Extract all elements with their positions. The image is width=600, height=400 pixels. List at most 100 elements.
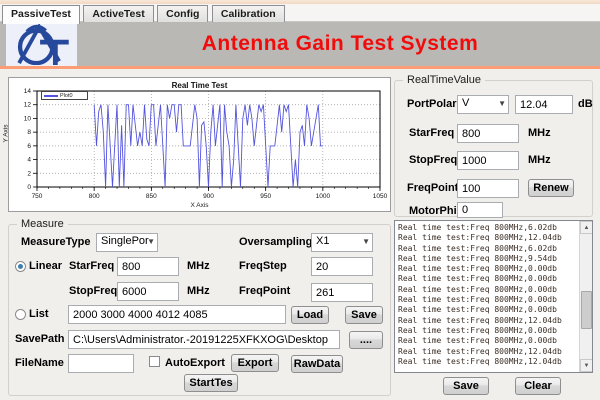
log-save-button[interactable]: Save [443,377,489,395]
tab-activetest[interactable]: ActiveTest [83,5,153,23]
log-line: Real time test:Freq 800MHz,0.00db [398,285,578,295]
log-scrollbar[interactable]: ▲ ▼ [579,221,592,372]
svg-text:950: 950 [260,193,271,200]
log-line: Real time test:Freq 800MHz,0.00db [398,274,578,284]
rt-starfreq-unit: MHz [528,127,551,139]
log-line: Real time test:Freq 800MHz,12.04db [398,357,578,367]
m-freqpoint-label: FreqPoint [239,285,290,297]
agt-logo-icon [13,23,71,65]
realtime-log-list[interactable]: Real time test:Freq 800MHz,6.02dbReal ti… [394,220,593,373]
linear-label: Linear [29,260,62,272]
m-starfreq-label: StarFreq [69,260,114,272]
svg-text:12: 12 [24,102,32,109]
m-starfreq-field[interactable] [117,257,179,276]
svg-text:8: 8 [27,129,31,136]
m-starfreq-unit: MHz [187,260,210,272]
filename-field[interactable] [68,354,134,373]
rt-freqpoint-label: FreqPoint [407,182,458,194]
renew-button[interactable]: Renew [528,179,574,197]
rt-starfreq-field[interactable] [457,124,519,143]
browse-button[interactable]: .... [349,331,383,349]
rt-freqpoint-field[interactable] [457,179,519,198]
svg-text:0: 0 [27,184,31,191]
rt-stopfreq-unit: MHz [528,154,551,166]
filename-label: FileName [15,357,64,369]
motorphi-label: MotorPhi [409,205,457,217]
log-line: Real time test:Freq 800MHz,12.04db [398,347,578,357]
svg-text:2: 2 [27,170,31,177]
linear-radio[interactable] [15,261,26,272]
chart-x-axis-label: X Axis [9,202,390,209]
chevron-down-icon: ▼ [147,237,155,246]
m-stopfreq-unit: MHz [187,285,210,297]
list-field[interactable] [68,305,286,324]
log-line: Real time test:Freq 800MHz,6.02db [398,223,578,233]
chart-legend: Plot0 [41,91,88,100]
log-line: Real time test:Freq 800MHz,0.00db [398,336,578,346]
rawdata-button[interactable]: RawData [291,355,343,373]
log-line: Real time test:Freq 800MHz,0.00db [398,295,578,305]
svg-text:1000: 1000 [316,193,331,200]
list-label: List [29,308,49,320]
app-logo [6,22,77,66]
log-line: Real time test:Freq 800MHz,9.54db [398,254,578,264]
savepath-field[interactable] [68,330,340,349]
measuretype-value: SinglePor [101,235,149,247]
rt-stopfreq-label: StopFreq [409,154,457,166]
motorphi-field[interactable] [457,202,503,218]
legend-label: Plot0 [60,93,73,99]
rt-stopfreq-field[interactable] [457,151,519,170]
svg-text:800: 800 [89,193,100,200]
list-save-button[interactable]: Save [345,306,383,324]
log-clear-button[interactable]: Clear [515,377,561,395]
oversampling-select[interactable]: X1 ▼ [311,233,373,252]
tab-config[interactable]: Config [157,5,208,23]
list-radio[interactable] [15,309,26,320]
log-line: Real time test:Freq 800MHz,0.00db [398,326,578,336]
portpolar-label: PortPolar [407,98,457,110]
autoexport-label: AutoExport [165,357,225,369]
freqstep-field[interactable] [311,257,373,276]
measuretype-select[interactable]: SinglePor ▼ [96,233,158,252]
oversampling-label: Oversampling [239,236,312,248]
tab-calibration[interactable]: Calibration [212,5,285,23]
m-stopfreq-field[interactable] [117,282,179,301]
log-line: Real time test:Freq 800MHz,12.04db [398,316,578,326]
m-freqpoint-field[interactable] [311,283,373,302]
svg-text:850: 850 [146,193,157,200]
portpolar-value: V [462,97,469,109]
tab-passivetest[interactable]: PassiveTest [2,5,80,24]
scroll-up-icon[interactable]: ▲ [580,221,593,234]
starttest-button[interactable]: StartTes [184,374,238,392]
svg-text:6: 6 [27,143,31,150]
svg-text:10: 10 [24,115,32,122]
m-stopfreq-label: StopFreq [69,285,117,297]
rt-starfreq-label: StarFreq [409,127,454,139]
log-line: Real time test:Freq 800MHz,0.00db [398,264,578,274]
measuretype-label: MeasureType [21,236,91,248]
autoexport-checkbox[interactable] [149,356,160,367]
load-button[interactable]: Load [291,306,329,324]
chevron-down-icon: ▼ [498,99,506,108]
gain-value-field[interactable] [515,95,573,114]
svg-text:750: 750 [32,193,43,200]
log-line: Real time test:Freq 800MHz,6.02db [398,244,578,254]
gain-unit-label: dB [578,98,593,110]
svg-text:1050: 1050 [373,193,388,200]
scroll-down-icon[interactable]: ▼ [580,359,593,372]
tab-bar: PassiveTest ActiveTest Config Calibratio… [0,4,600,22]
legend-line-sample [44,95,58,97]
header-banner: Antenna Gain Test System [0,22,600,69]
scrollbar-thumb[interactable] [581,291,592,329]
portpolar-select[interactable]: V ▼ [457,95,509,114]
savepath-label: SavePath [15,333,65,345]
export-button[interactable]: Export [231,354,279,372]
realtime-chart: Real Time Test Plot0 750 800 850 900 950 1000… [8,77,391,212]
svg-text:900: 900 [203,193,214,200]
log-lines: Real time test:Freq 800MHz,6.02dbReal ti… [398,223,578,367]
chart-y-axis-label: Y Axis [2,125,9,143]
measure-group-label: Measure [17,218,68,230]
chart-title: Real Time Test [9,81,390,90]
chevron-down-icon: ▼ [362,237,370,246]
realtimevalue-group: RealTimeValue PortPolar V ▼ dB StarFreq … [394,80,593,217]
